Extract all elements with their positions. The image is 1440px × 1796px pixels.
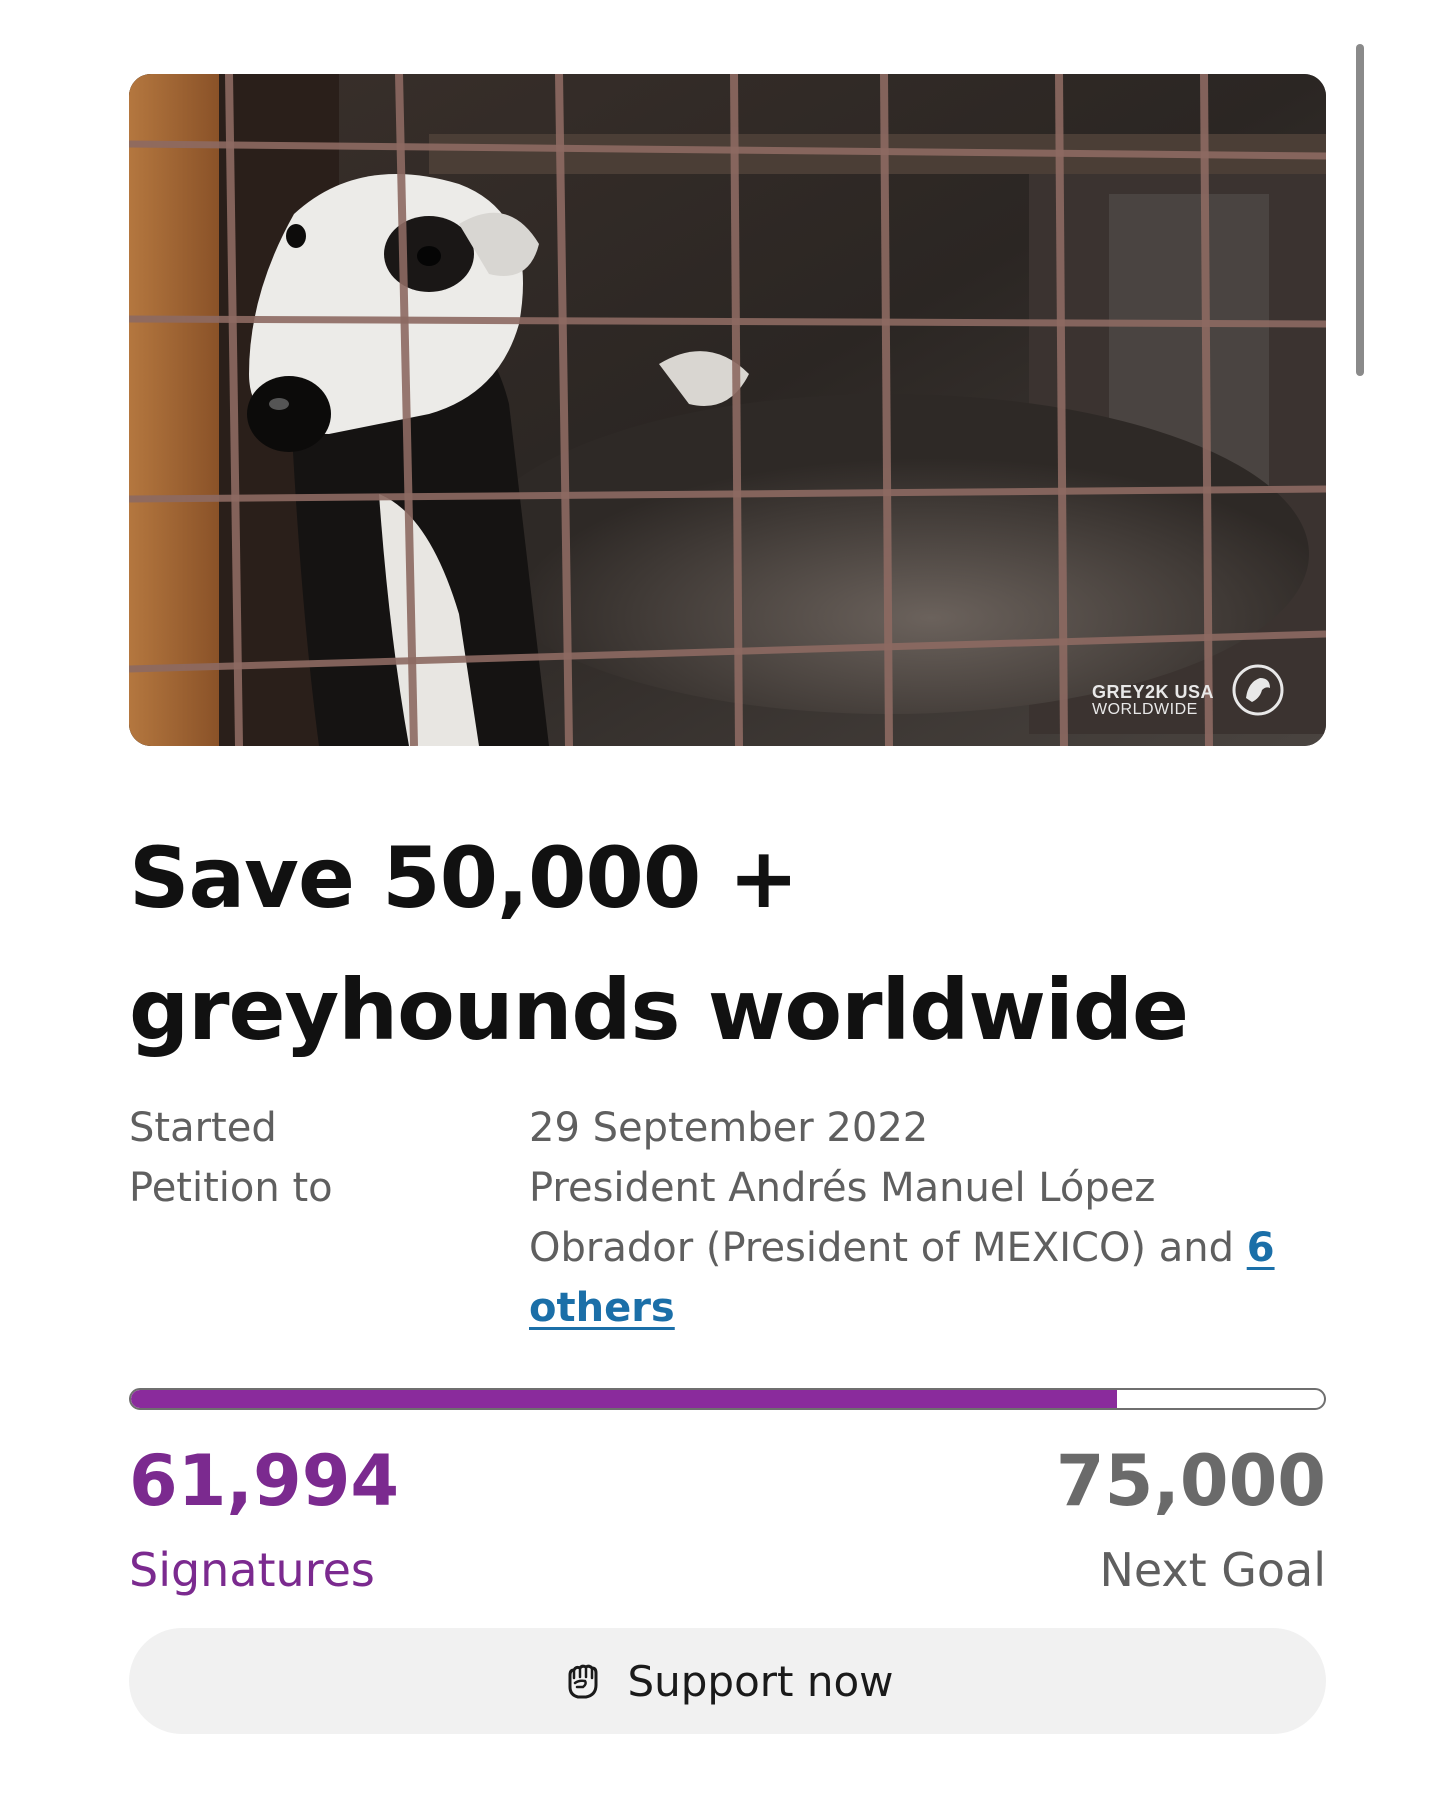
petition-to-row: Petition to President Andrés Manuel Lópe… (129, 1158, 1326, 1338)
progress-fill (131, 1390, 1118, 1408)
watermark-line1: GREY2K USA (1091, 682, 1214, 702)
support-now-label: Support now (627, 1656, 894, 1706)
petition-hero-image: GREY2K USA WORLDWIDE (129, 74, 1326, 746)
petition-to-value: President Andrés Manuel López Obrador (P… (529, 1158, 1289, 1338)
signature-progress-bar (129, 1388, 1326, 1410)
next-goal-label: Next Goal (1099, 1543, 1326, 1597)
support-now-button[interactable]: Support now (129, 1628, 1326, 1734)
petition-title: Save 50,000 + greyhounds worldwide (129, 829, 1189, 1059)
watermark: GREY2K USA WORLDWIDE (1091, 682, 1214, 718)
watermark-line2: WORLDWIDE (1091, 701, 1198, 718)
fist-icon (568, 1664, 598, 1699)
goal-count: 75,000 (1055, 1440, 1326, 1522)
started-row: Started 29 September 2022 (129, 1098, 1326, 1158)
decision-maker-text: President Andrés Manuel López Obrador (P… (529, 1165, 1247, 1271)
greyhound-logo-icon (1232, 664, 1284, 716)
started-label: Started (129, 1105, 277, 1151)
signature-count: 61,994 (129, 1440, 400, 1522)
scrollbar[interactable] (1356, 44, 1364, 376)
started-date: 29 September 2022 (529, 1105, 929, 1151)
petition-to-label: Petition to (129, 1165, 333, 1211)
signatures-label: Signatures (129, 1543, 375, 1597)
petition-meta: Started 29 September 2022 Petition to Pr… (129, 1098, 1326, 1338)
caged-greyhound-photo (129, 74, 1326, 746)
